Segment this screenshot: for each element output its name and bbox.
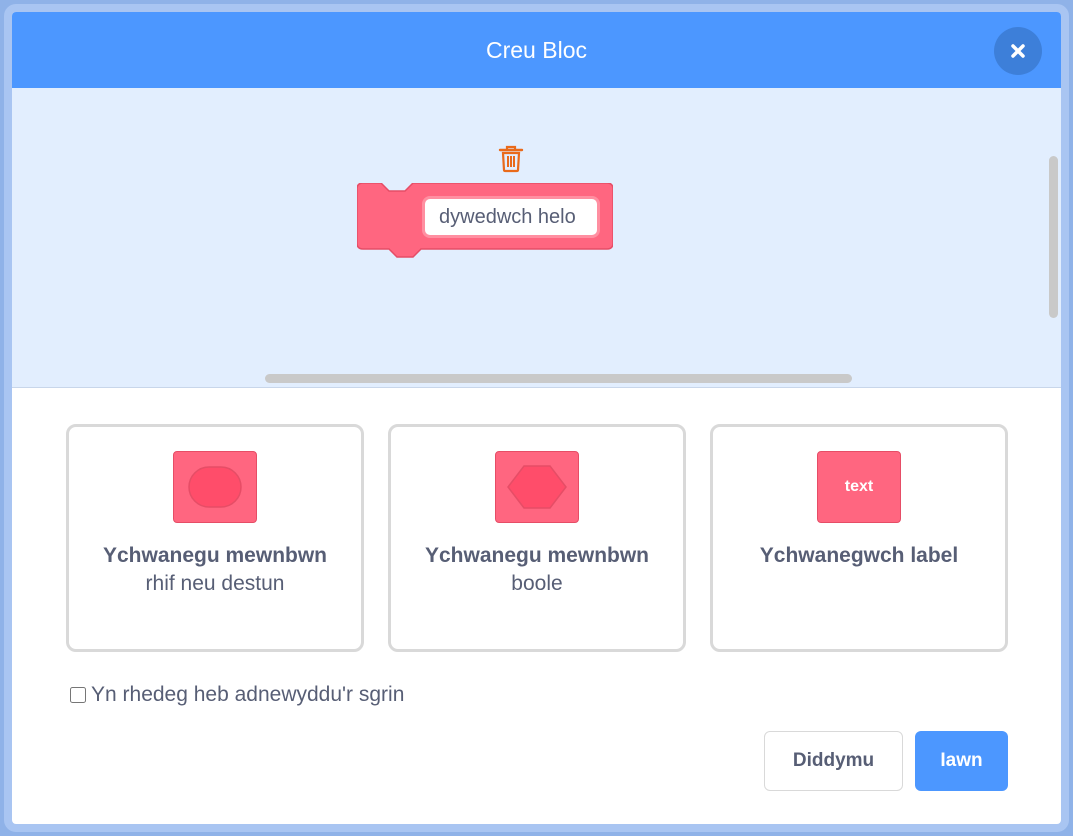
close-button[interactable] — [994, 27, 1042, 75]
boolean-input-icon — [495, 451, 579, 523]
option-subtitle: boole — [511, 572, 563, 595]
close-icon — [1011, 44, 1025, 58]
block-workspace[interactable] — [12, 88, 1061, 388]
ok-button[interactable]: Iawn — [915, 731, 1008, 791]
vertical-scrollbar[interactable] — [1049, 156, 1058, 318]
dialog-header: Creu Bloc — [12, 12, 1061, 88]
option-title: Ychwanegu mewnbwn — [424, 544, 650, 567]
trash-icon[interactable] — [498, 145, 524, 173]
block-name-input[interactable] — [422, 196, 600, 238]
add-input-boolean-option[interactable]: Ychwanegu mewnbwn boole — [388, 424, 686, 652]
add-label-option[interactable]: text Ychwanegwch label — [710, 424, 1008, 652]
run-without-refresh-checkbox[interactable] — [70, 687, 86, 703]
label-icon: text — [817, 451, 901, 523]
run-without-refresh-label: Yn rhedeg heb adnewyddu'r sgrin — [91, 683, 405, 706]
custom-block-dialog: Creu Bloc Ychwanegu mewnbwn rhi — [4, 4, 1069, 832]
add-input-number-text-option[interactable]: Ychwanegu mewnbwn rhif neu destun — [66, 424, 364, 652]
label-icon-text: text — [844, 478, 874, 495]
option-title: Ychwanegwch label — [759, 544, 959, 567]
option-subtitle: rhif neu destun — [145, 572, 285, 595]
cancel-button[interactable]: Diddymu — [764, 731, 903, 791]
run-without-refresh-row[interactable]: Yn rhedeg heb adnewyddu'r sgrin — [70, 680, 404, 710]
dialog-title: Creu Bloc — [486, 36, 587, 63]
horizontal-scrollbar[interactable] — [265, 374, 852, 383]
round-input-icon — [173, 451, 257, 523]
option-title: Ychwanegu mewnbwn — [102, 544, 328, 567]
